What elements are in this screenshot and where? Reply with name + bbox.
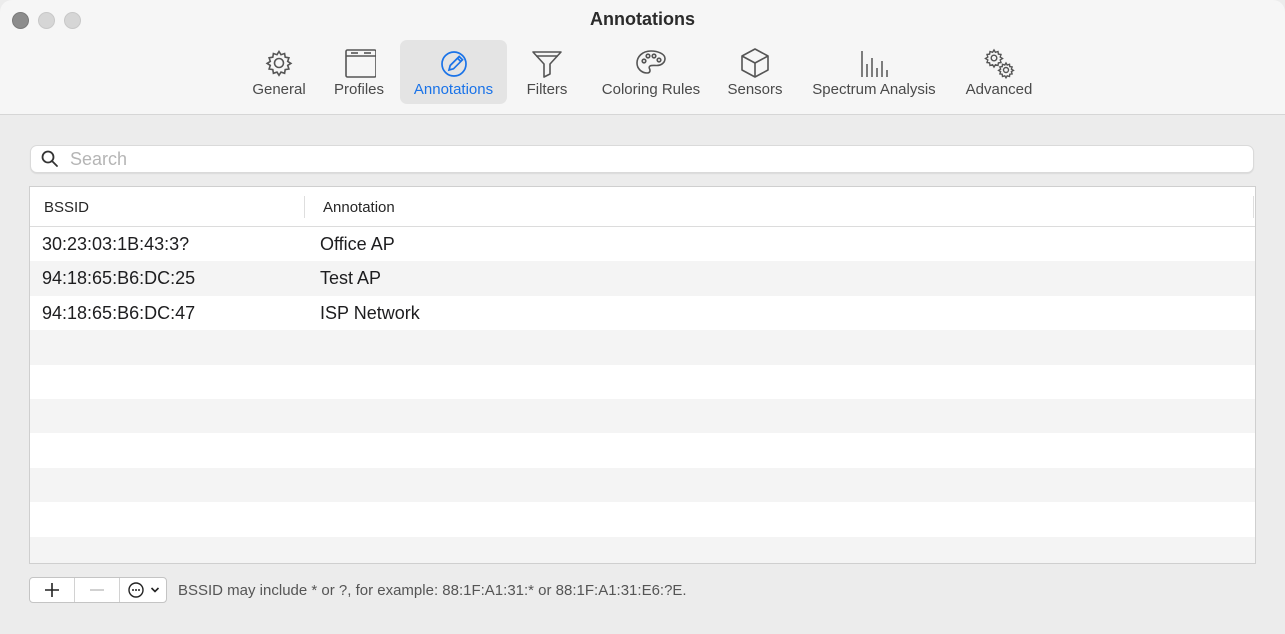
pencil-circle-icon bbox=[440, 51, 467, 77]
table-row[interactable]: 30:23:03:1B:43:3? Office AP bbox=[30, 227, 1255, 261]
empty-row bbox=[30, 433, 1255, 467]
table-row[interactable]: 94:18:65:B6:DC:25 Test AP bbox=[30, 261, 1255, 296]
tab-general[interactable]: General bbox=[246, 40, 312, 104]
tab-spectrum-analysis-label: Spectrum Analysis bbox=[812, 81, 936, 98]
column-divider bbox=[1253, 196, 1254, 218]
cube-icon bbox=[741, 48, 769, 78]
tab-profiles-label: Profiles bbox=[333, 81, 385, 98]
tab-spectrum-analysis[interactable]: Spectrum Analysis bbox=[800, 40, 948, 104]
tab-advanced[interactable]: Advanced bbox=[958, 40, 1040, 104]
tab-sensors-label: Sensors bbox=[727, 81, 783, 98]
annotation-cell: Test AP bbox=[320, 268, 382, 289]
empty-row bbox=[30, 398, 1255, 434]
preferences-window: Annotations General Profiles Annotations… bbox=[0, 0, 1285, 634]
funnel-icon bbox=[532, 51, 562, 78]
table-body: 30:23:03:1B:43:3? Office AP 94:18:65:B6:… bbox=[30, 227, 1255, 563]
column-divider[interactable] bbox=[304, 196, 305, 218]
spectrum-bars-icon bbox=[861, 51, 888, 77]
minus-icon bbox=[90, 589, 104, 591]
empty-row bbox=[30, 536, 1255, 563]
bssid-format-hint: BSSID may include * or ?, for example: 8… bbox=[178, 581, 687, 599]
tab-general-label: General bbox=[252, 81, 306, 98]
bssid-cell: 30:23:03:1B:43:3? bbox=[42, 234, 190, 254]
tab-sensors[interactable]: Sensors bbox=[720, 40, 790, 104]
annotations-table: BSSID Annotation 30:23:03:1B:43:3? Offic… bbox=[29, 186, 1256, 564]
window-icon bbox=[345, 49, 376, 78]
gears-icon bbox=[984, 48, 1015, 80]
empty-row bbox=[30, 330, 1255, 365]
tab-advanced-label: Advanced bbox=[965, 81, 1033, 98]
ellipsis-circle-icon bbox=[127, 582, 144, 598]
add-button[interactable] bbox=[30, 578, 75, 602]
empty-row bbox=[30, 467, 1255, 503]
window-title: Annotations bbox=[590, 9, 695, 29]
column-header-annotation[interactable]: Annotation bbox=[323, 199, 395, 216]
annotation-cell: Office AP bbox=[320, 234, 395, 254]
tab-filters-label: Filters bbox=[526, 81, 568, 98]
tab-annotations-label: Annotations bbox=[413, 81, 494, 98]
add-remove-control bbox=[29, 577, 167, 603]
column-header-bssid[interactable]: BSSID bbox=[44, 199, 89, 216]
search-icon bbox=[41, 150, 58, 167]
gear-icon bbox=[265, 49, 293, 77]
tab-annotations[interactable]: Annotations bbox=[400, 40, 507, 104]
tab-coloring-rules[interactable]: Coloring Rules bbox=[592, 40, 710, 104]
tab-profiles[interactable]: Profiles bbox=[326, 40, 392, 104]
table-actions-bar: BSSID may include * or ?, for example: 8… bbox=[29, 576, 687, 604]
preferences-tabs: General Profiles Annotations Filters Col… bbox=[0, 40, 1285, 104]
table-header: BSSID Annotation bbox=[30, 187, 1255, 227]
table-row[interactable]: 94:18:65:B6:DC:47 ISP Network bbox=[30, 296, 1255, 330]
bssid-cell: 94:18:65:B6:DC:25 bbox=[42, 268, 196, 289]
plus-icon bbox=[45, 583, 59, 597]
more-actions-button[interactable] bbox=[120, 578, 166, 602]
palette-icon bbox=[636, 50, 666, 74]
search-input[interactable] bbox=[68, 147, 1222, 171]
search-field[interactable] bbox=[30, 145, 1254, 173]
titlebar-toolbar: Annotations General Profiles Annotations… bbox=[0, 0, 1285, 115]
chevron-down-icon bbox=[150, 587, 159, 593]
empty-row bbox=[30, 502, 1255, 536]
tab-coloring-rules-label: Coloring Rules bbox=[601, 81, 701, 98]
bssid-cell: 94:18:65:B6:DC:47 bbox=[42, 302, 196, 323]
remove-button[interactable] bbox=[75, 578, 120, 602]
empty-row bbox=[30, 365, 1255, 399]
annotation-cell: ISP Network bbox=[320, 302, 420, 323]
tab-filters[interactable]: Filters bbox=[516, 40, 578, 104]
